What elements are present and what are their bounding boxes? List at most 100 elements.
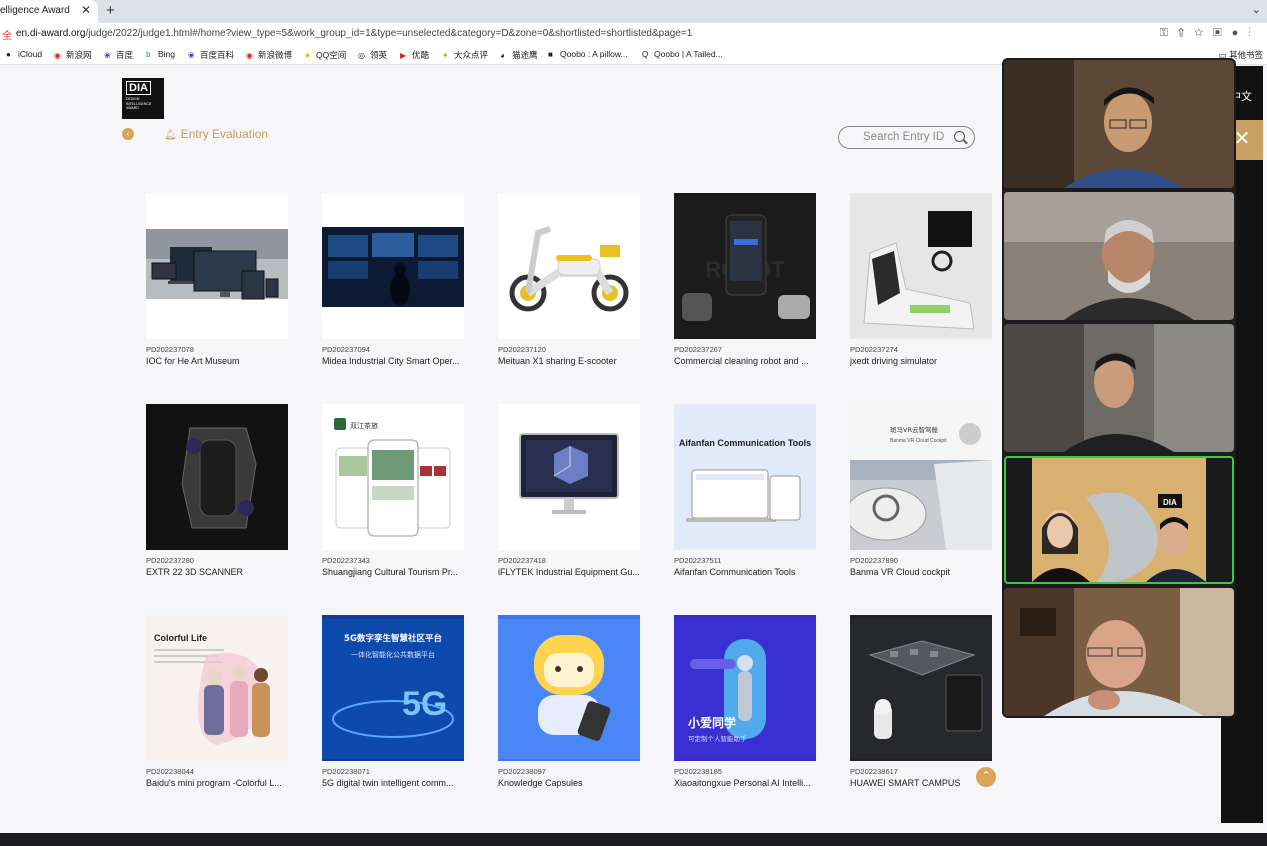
cleaning-robot-image: ROBOT xyxy=(674,197,816,337)
entry-card[interactable]: Colorful Life PD202238044 Baidu's mini p… xyxy=(146,615,288,788)
bookmark-item[interactable]: ✦ 大众点评 xyxy=(442,49,488,61)
video-tile-participant-1[interactable] xyxy=(1004,60,1234,188)
qoobo-q-icon: Q xyxy=(642,50,649,59)
video-tile-participant-4-active-speaker[interactable]: DIA xyxy=(1004,456,1234,584)
entry-id: PD202237890 xyxy=(850,556,898,565)
entry-title: Xiaoaitongxue Personal AI Intelli... xyxy=(674,778,811,788)
huawei-campus-image xyxy=(850,619,992,759)
new-tab-button[interactable]: + xyxy=(106,2,115,19)
bookmark-item[interactable]: ❀ 百度 xyxy=(104,49,133,61)
entry-thumbnail[interactable] xyxy=(146,404,288,550)
entry-title: IOC for He Art Museum xyxy=(146,356,240,366)
entry-card[interactable]: PD202237280 EXTR 22 3D SCANNER xyxy=(146,404,288,577)
entry-thumbnail[interactable]: 小爱同学 可定制个人智能助手 xyxy=(674,615,816,761)
participant-video xyxy=(1004,192,1234,320)
bookmark-item[interactable]: ◉ 新浪微博 xyxy=(246,49,292,61)
vr-cockpit-image: 斑马VR云智驾舱 Banma VR Cloud Cockpit xyxy=(850,404,992,550)
entry-thumbnail[interactable] xyxy=(850,615,992,761)
weibo-icon: ◉ xyxy=(54,51,61,60)
not-secure-icon[interactable]: 全 xyxy=(2,27,12,42)
bookmark-item[interactable]: ★ QQ空间 xyxy=(304,49,346,61)
entry-title: Shuangjiang Cultural Tourism Pr... xyxy=(322,567,458,577)
entry-thumbnail[interactable] xyxy=(498,404,640,550)
qoobo-icon: ■ xyxy=(548,50,553,59)
entry-thumbnail[interactable] xyxy=(850,193,992,339)
knowledge-capsules-image xyxy=(498,619,640,759)
search-entry-input[interactable]: Search Entry ID xyxy=(838,126,975,149)
qq-star-icon: ★ xyxy=(304,51,312,60)
entry-thumbnail[interactable]: Aifanfan Communication Tools xyxy=(674,404,816,550)
bookmark-item[interactable]: b Bing xyxy=(146,49,175,59)
entry-title: iFLYTEK Industrial Equipment Gu... xyxy=(498,567,640,577)
sidebar-icon[interactable]: ▣ xyxy=(1213,27,1231,39)
video-tile-participant-2[interactable] xyxy=(1004,192,1234,320)
bookmark-item[interactable]: ■ Qoobo : A pillow... xyxy=(548,49,628,59)
entry-thumbnail[interactable] xyxy=(322,193,464,339)
more-menu-icon[interactable]: ⋮ xyxy=(1248,27,1261,39)
entry-id: PD202238097 xyxy=(498,767,546,776)
entry-card[interactable]: 5G数字孪生智慧社区平台 一体化智能化公共数据平台 5G PD202238071… xyxy=(322,615,464,788)
entry-thumbnail[interactable]: 斑马VR云智驾舱 Banma VR Cloud Cockpit xyxy=(850,404,992,550)
entry-id: PD202237094 xyxy=(322,345,370,354)
entry-id: PD202237120 xyxy=(498,345,546,354)
bookmark-item[interactable]: ❀ 百度百科 xyxy=(188,49,234,61)
entry-card[interactable]: ROBOT PD202237267 Commercial cleaning ro… xyxy=(674,193,816,366)
entry-card[interactable]: 斑马VR云智驾舱 Banma VR Cloud Cockpit PD202237… xyxy=(850,404,992,577)
bookmark-item[interactable]: Q Qoobo | A Tailed... xyxy=(642,49,723,59)
dianping-icon: ✦ xyxy=(442,51,449,60)
entry-thumbnail[interactable]: ROBOT xyxy=(674,193,816,339)
entry-card[interactable]: 双江茶旅 PD202237343 Shuangjiang Cultural To… xyxy=(322,404,464,577)
colorful-life-image: Colorful Life xyxy=(154,633,270,745)
participant-video xyxy=(1004,324,1234,452)
bookmark-item[interactable]: ◎ 领英 xyxy=(358,49,387,61)
bing-icon: b xyxy=(146,50,151,59)
browser-tab[interactable]: elligence Award ✕ xyxy=(0,0,98,23)
entry-evaluation-link[interactable]: 🔔︎ Entry Evaluation xyxy=(164,127,268,141)
5g-subtitle-text: 一体化智能化公共数据平台 xyxy=(351,650,435,659)
scroll-to-top-button[interactable]: ⌃ xyxy=(976,767,996,787)
entry-card[interactable]: PD202237078 IOC for He Art Museum xyxy=(146,193,288,366)
share-icon[interactable]: ⇪ xyxy=(1178,27,1194,39)
bookmark-item[interactable]: ▶ 优酷 xyxy=(400,49,429,61)
entry-thumbnail[interactable] xyxy=(498,615,640,761)
xiaoai-title-text: 小爱同学 xyxy=(688,715,736,730)
entry-title: HUAWEI SMART CAMPUS xyxy=(850,778,961,788)
back-button[interactable]: ‹ xyxy=(122,128,134,140)
entry-thumbnail[interactable] xyxy=(498,193,640,339)
dia-logo[interactable]: DIA DESIGN INTELLIGENCE AWARD xyxy=(122,78,164,119)
entry-card[interactable]: 小爱同学 可定制个人智能助手 PD202238185 Xiaoaitongxue… xyxy=(674,615,816,788)
entry-id: PD202238617 xyxy=(850,767,898,776)
entry-card[interactable]: PD202237094 Midea Industrial City Smart … xyxy=(322,193,464,366)
entry-card[interactable]: PD202237120 Meituan X1 sharing E-scooter xyxy=(498,193,640,366)
participant-video: DIA xyxy=(1006,458,1232,582)
youku-icon: ▶ xyxy=(400,51,407,60)
bookmark-item[interactable]: ◕ 猫途鹰 xyxy=(500,49,538,61)
entry-card[interactable]: PD202237418 iFLYTEK Industrial Equipment… xyxy=(498,404,640,577)
tab-close-icon[interactable]: ✕ xyxy=(81,3,91,17)
entry-thumbnail[interactable]: Colorful Life xyxy=(146,615,288,761)
tab-title: elligence Award xyxy=(0,5,70,16)
entry-title: jxedt driving simulator xyxy=(850,356,938,366)
entry-thumbnail[interactable]: 双江茶旅 xyxy=(322,404,464,550)
video-tile-participant-3[interactable] xyxy=(1004,324,1234,452)
video-tile-participant-5[interactable] xyxy=(1004,588,1234,716)
search-icon[interactable] xyxy=(954,131,965,142)
bookmark-item[interactable]: ◉ 新浪网 xyxy=(54,49,92,61)
bookmark-item[interactable]: ● iCloud xyxy=(6,49,42,59)
url-field[interactable]: en.di-award.org/judge/2022/judge1.html#/… xyxy=(16,28,692,39)
star-icon[interactable]: ☆ xyxy=(1194,27,1213,39)
participant-video xyxy=(1004,588,1234,716)
entry-card[interactable]: PD202238617 HUAWEI SMART CAMPUS xyxy=(850,615,992,788)
address-bar: 全 en.di-award.org/judge/2022/judge1.html… xyxy=(0,23,1267,45)
entry-thumbnail[interactable]: 5G数字孪生智慧社区平台 一体化智能化公共数据平台 5G xyxy=(322,615,464,761)
industrial-monitor-image xyxy=(519,433,619,514)
key-icon[interactable]: ⚿ xyxy=(1160,27,1178,39)
entry-card[interactable]: PD202238097 Knowledge Capsules xyxy=(498,615,640,788)
entry-card[interactable]: PD202237274 jxedt driving simulator xyxy=(850,193,992,366)
profile-icon[interactable]: ● xyxy=(1232,27,1249,39)
entry-card[interactable]: Aifanfan Communication Tools PD202237511… xyxy=(674,404,816,577)
chevron-down-icon[interactable]: ⌄ xyxy=(1252,3,1261,16)
entry-id: PD202237267 xyxy=(674,345,722,354)
entry-id: PD202237511 xyxy=(674,556,722,565)
entry-thumbnail[interactable] xyxy=(146,193,288,339)
